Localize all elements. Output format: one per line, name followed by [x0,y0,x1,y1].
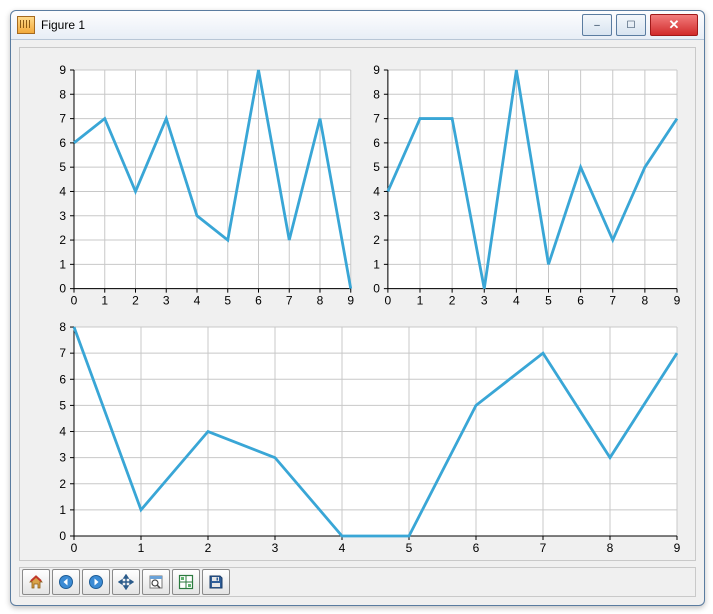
figure-window: Figure 1 – ☐ ✕ 0 1 2 3 4 5 6 7 8 9 0 1 2 3 4 5 6 7 8 9 0 1 2 3 4… [10,10,705,606]
window-title: Figure 1 [41,18,85,32]
svg-text:6: 6 [59,136,66,150]
svg-text:9: 9 [674,541,681,555]
back-icon [58,574,74,590]
svg-text:6: 6 [473,541,480,555]
home-icon [28,574,44,590]
zoom-icon [148,574,164,590]
svg-text:2: 2 [132,294,139,308]
svg-text:2: 2 [59,233,66,247]
svg-text:0: 0 [71,541,78,555]
titlebar[interactable]: Figure 1 – ☐ ✕ [11,11,704,40]
svg-text:4: 4 [194,294,201,308]
svg-text:5: 5 [406,541,413,555]
svg-text:0: 0 [71,294,78,308]
pan-button[interactable] [112,569,140,595]
svg-text:8: 8 [642,294,649,308]
minimize-glyph: – [594,20,600,31]
svg-text:4: 4 [373,184,380,198]
configure-button[interactable] [172,569,200,595]
svg-text:9: 9 [59,63,66,77]
svg-text:3: 3 [59,209,66,223]
maximize-glyph: ☐ [627,20,636,31]
svg-text:6: 6 [577,294,584,308]
svg-text:4: 4 [513,294,520,308]
svg-text:1: 1 [59,257,66,271]
minimize-button[interactable]: – [582,14,612,36]
svg-text:5: 5 [373,160,380,174]
svg-text:2: 2 [59,477,66,491]
svg-text:3: 3 [481,294,488,308]
svg-text:9: 9 [347,294,354,308]
svg-text:1: 1 [59,503,66,517]
svg-text:5: 5 [545,294,552,308]
figure-canvas[interactable]: 0 1 2 3 4 5 6 7 8 9 0 1 2 3 4 5 6 7 8 9 0 1 2 3 4 5 6 7 8 9 0 1 2 3 4 5 6 7 8 9… [19,47,696,561]
zoom-button[interactable] [142,569,170,595]
svg-text:1: 1 [138,541,145,555]
svg-text:0: 0 [385,294,392,308]
home-button[interactable] [22,569,50,595]
svg-text:3: 3 [59,451,66,465]
forward-icon [88,574,104,590]
svg-text:2: 2 [205,541,212,555]
plot-svg: 0 1 2 3 4 5 6 7 8 9 0 1 2 3 4 5 6 7 8 9 0 1 2 3 4 5 6 7 8 9 0 1 2 3 4 5 6 7 8 9… [20,48,695,560]
svg-text:8: 8 [59,320,66,334]
toolbar [19,567,696,597]
svg-text:6: 6 [373,136,380,150]
configure-icon [178,574,194,590]
pan-icon [118,574,134,590]
svg-text:8: 8 [317,294,324,308]
svg-text:1: 1 [373,257,380,271]
svg-text:1: 1 [101,294,108,308]
svg-text:7: 7 [286,294,293,308]
svg-text:5: 5 [59,160,66,174]
svg-text:8: 8 [59,87,66,101]
svg-text:8: 8 [607,541,614,555]
save-icon [208,574,224,590]
svg-text:7: 7 [540,541,547,555]
maximize-button[interactable]: ☐ [616,14,646,36]
svg-text:1: 1 [417,294,424,308]
svg-text:2: 2 [373,233,380,247]
save-button[interactable] [202,569,230,595]
close-button[interactable]: ✕ [650,14,698,36]
svg-text:4: 4 [59,425,66,439]
svg-text:0: 0 [59,529,66,543]
svg-text:7: 7 [59,346,66,360]
svg-text:0: 0 [373,282,380,296]
forward-button[interactable] [82,569,110,595]
svg-text:3: 3 [163,294,170,308]
svg-text:5: 5 [224,294,231,308]
svg-text:7: 7 [373,112,380,126]
svg-text:7: 7 [609,294,616,308]
close-glyph: ✕ [669,17,680,33]
svg-text:6: 6 [59,372,66,386]
svg-text:3: 3 [373,209,380,223]
back-button[interactable] [52,569,80,595]
svg-text:9: 9 [674,294,681,308]
svg-text:7: 7 [59,112,66,126]
svg-text:9: 9 [373,63,380,77]
svg-text:6: 6 [255,294,262,308]
svg-text:2: 2 [449,294,456,308]
svg-text:4: 4 [339,541,346,555]
svg-text:0: 0 [59,282,66,296]
svg-text:5: 5 [59,398,66,412]
svg-text:3: 3 [272,541,279,555]
app-icon [17,16,35,34]
svg-text:8: 8 [373,87,380,101]
svg-text:4: 4 [59,184,66,198]
